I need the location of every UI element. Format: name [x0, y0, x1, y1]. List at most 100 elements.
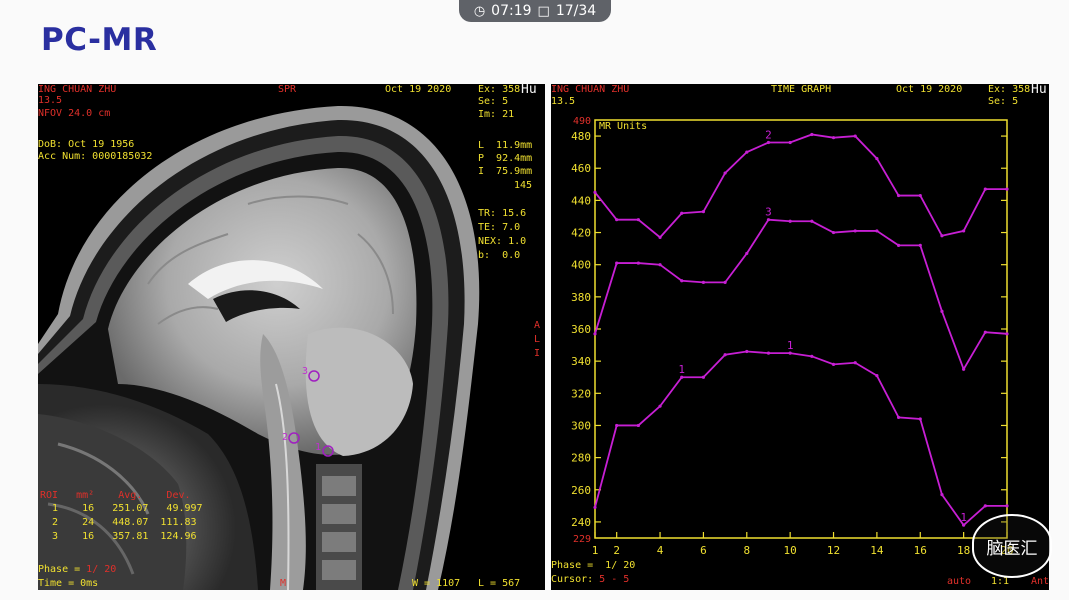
- data-point: [918, 193, 922, 198]
- roi-row: 2 24 448.07 111.83: [40, 517, 197, 528]
- data-point: [745, 251, 749, 256]
- graph-hu-label: Hu: [1031, 84, 1047, 97]
- data-point: [940, 492, 944, 497]
- data-point: [831, 362, 836, 366]
- data-point: [940, 234, 944, 238]
- te-value: TE: 7.0: [478, 222, 521, 233]
- data-point: [636, 261, 640, 265]
- slide-title: PC-MR: [41, 22, 158, 58]
- x-tick-label: 8: [743, 544, 750, 557]
- graph-date: Oct 19 2020: [896, 84, 963, 95]
- page-icon: □: [537, 3, 550, 19]
- data-point: [723, 353, 727, 357]
- roi-3-label: 3: [302, 366, 308, 377]
- y-tick-label: 340: [571, 355, 591, 368]
- data-point: [896, 243, 901, 247]
- data-point: [680, 279, 684, 283]
- y-tick-label: 460: [571, 162, 591, 175]
- data-point: [745, 349, 749, 354]
- mri-image-panel: 3 2 1 ING CHUAN ZHU 13.5 NFOV 24.0 cm SP…: [38, 84, 545, 590]
- y-bottom-label: 229: [573, 534, 591, 545]
- x-tick-label: 1: [592, 544, 599, 557]
- slide-progress-bar: ◷ 07:19 □ 17/34: [459, 0, 611, 22]
- phase-readout: Phase = 1/ 20: [38, 564, 116, 576]
- data-point: [875, 156, 879, 161]
- x-tick-label: 6: [700, 544, 707, 557]
- data-point: [701, 375, 706, 379]
- exam-number: Ex: 358: [478, 84, 521, 95]
- data-point: [810, 219, 814, 223]
- time-graph-chart: 240 260 280 300 320 340 360 380 400 420 440 460 480 4…: [571, 116, 1014, 557]
- series-label-3: 3: [765, 206, 772, 219]
- y-axis-label: MR Units: [599, 121, 647, 132]
- x-tick-label: 4: [657, 544, 664, 557]
- graph-slice-number: 13.5: [551, 96, 576, 107]
- graph-exam-number: Ex: 358: [988, 84, 1031, 95]
- data-point: [615, 423, 619, 428]
- coord-i: I 75.9mm: [478, 166, 533, 177]
- sequence-label: SPR: [278, 84, 297, 95]
- fov-label: NFOV 24.0 cm: [38, 108, 111, 119]
- data-point: [680, 211, 684, 215]
- data-point: [983, 187, 987, 191]
- watermark-logo: 脑医汇: [972, 514, 1052, 578]
- data-point: [983, 504, 987, 508]
- data-point: [593, 190, 597, 194]
- hu-label: Hu: [521, 84, 537, 97]
- data-point: [875, 229, 879, 233]
- plot-frame: [594, 119, 1008, 539]
- data-point: [658, 263, 662, 267]
- y-tick-label: 380: [571, 291, 591, 304]
- x-tick-label: 10: [784, 544, 797, 557]
- x-tick-label: 2: [613, 544, 620, 557]
- series-label-2: 2: [765, 129, 772, 142]
- roi-table-header: ROI mm² Avg. Dev.: [40, 490, 191, 501]
- graph-patient-name: ING CHUAN ZHU: [551, 84, 630, 95]
- data-point: [983, 330, 987, 334]
- data-point: [896, 193, 901, 198]
- series-label-1: 1: [678, 363, 685, 376]
- y-tick-label: 480: [571, 130, 591, 143]
- data-point: [593, 505, 597, 510]
- data-point: [1005, 187, 1009, 191]
- data-point: [658, 235, 662, 239]
- orientation-l: L: [534, 334, 541, 345]
- coord-n: 145: [514, 180, 533, 191]
- study-date: Oct 19 2020: [385, 84, 452, 95]
- slice-number: 13.5: [38, 95, 63, 106]
- elapsed-time: 07:19: [491, 3, 532, 19]
- cursor-value: 5 - 5: [599, 574, 630, 585]
- data-point: [831, 136, 836, 140]
- data-point: [701, 280, 706, 284]
- phase-value: 1/ 20: [86, 564, 117, 575]
- data-point: [875, 374, 879, 378]
- graph-cursor: Cursor: 5 - 5: [551, 574, 629, 586]
- y-tick-label: 420: [571, 227, 591, 240]
- y-tick-label: 400: [571, 259, 591, 272]
- data-point: [918, 243, 922, 247]
- tr-value: TR: 15.6: [478, 208, 527, 219]
- data-point: [853, 361, 857, 365]
- coord-l: L 11.9mm: [478, 140, 533, 151]
- series-label-1: 1: [787, 339, 794, 352]
- roi-row: 3 16 357.81 124.96: [40, 531, 197, 542]
- series-label-1: 1: [960, 511, 967, 524]
- accession-number: Acc Num: 0000185032: [38, 151, 153, 162]
- data-point: [1005, 332, 1009, 336]
- data-point: [615, 218, 619, 222]
- graph-cut: Ant: [1031, 576, 1049, 587]
- data-point: [940, 309, 944, 313]
- data-point: [918, 417, 922, 421]
- data-point: [593, 332, 597, 336]
- image-number: Im: 21: [478, 109, 515, 120]
- data-point: [615, 261, 619, 265]
- page-counter: 17/34: [555, 3, 597, 19]
- y-tick-label: 240: [571, 516, 591, 529]
- foot-m: M: [280, 578, 287, 589]
- roi-1-label: 1: [315, 442, 321, 453]
- window-width: W = 1107: [412, 578, 461, 589]
- data-point: [853, 229, 857, 233]
- graph-phase: Phase = 1/ 20: [551, 560, 636, 571]
- data-point: [658, 404, 662, 408]
- data-point: [962, 367, 966, 371]
